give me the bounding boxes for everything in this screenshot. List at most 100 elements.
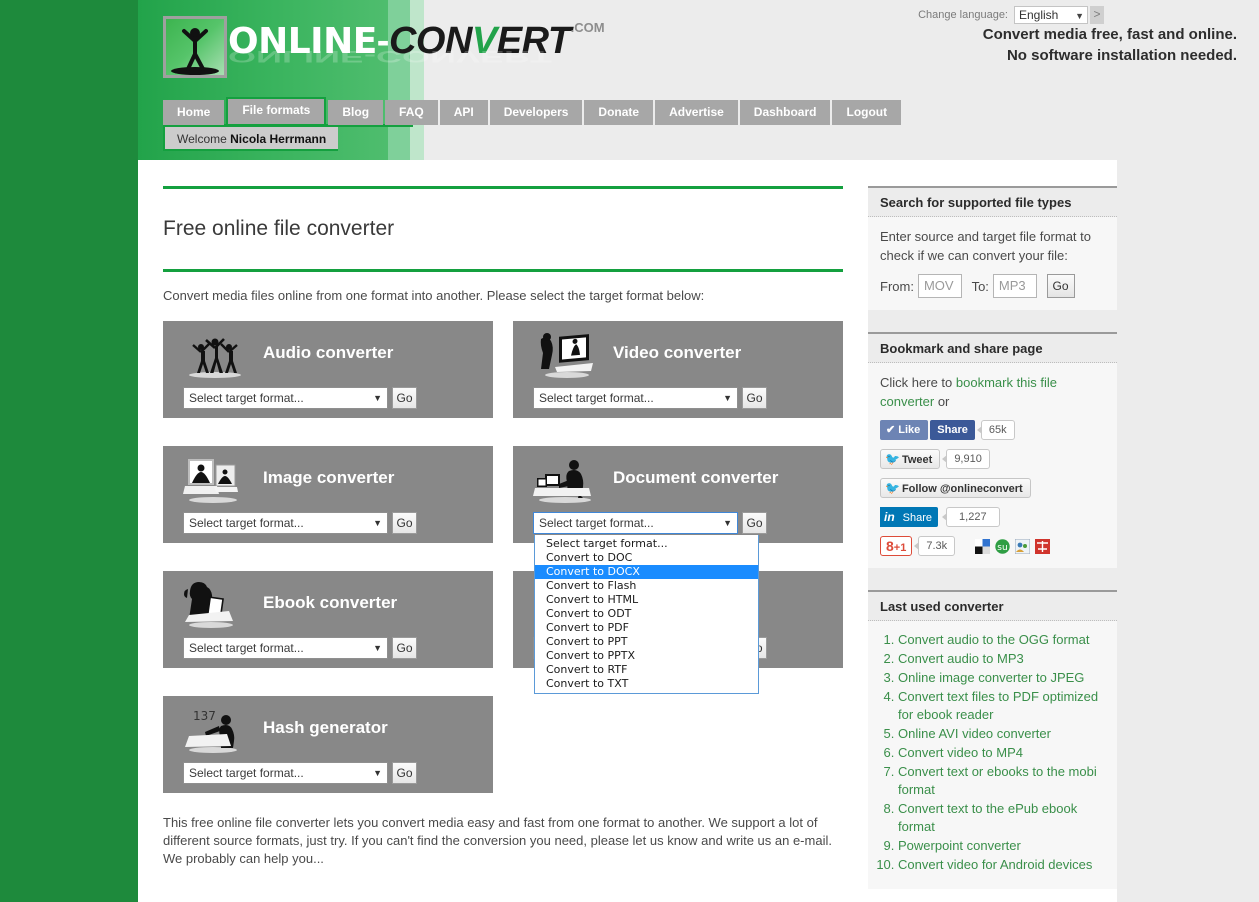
nav-item-dashboard[interactable]: Dashboard	[740, 100, 831, 125]
twitter-tweet-button[interactable]: 🐦Tweet	[880, 449, 940, 469]
facebook-share-button[interactable]: Share	[930, 420, 975, 440]
sidebar-spacer-1	[868, 310, 1117, 332]
format-search-form: From:MOV To:MP3 Go	[880, 274, 1105, 298]
hash-chalkboard-icon: 137	[183, 706, 247, 754]
lastused-list-item[interactable]: Convert text or ebooks to the mobi forma…	[898, 763, 1105, 799]
twitter-tweet-row: 🐦Tweet 9,910	[880, 449, 1105, 469]
main-navigation: HomeFile formatsBlogFAQ API DevelopersDona…	[163, 99, 903, 124]
nav-item-advertise[interactable]: Advertise	[655, 100, 738, 125]
lastused-link[interactable]: Online AVI video converter	[898, 726, 1051, 741]
delicious-icon[interactable]	[975, 539, 990, 554]
lastused-list-item[interactable]: Convert audio to MP3	[898, 650, 1105, 668]
go-button-video-converter[interactable]: Go	[742, 387, 767, 409]
nav-item-api[interactable]: API	[440, 100, 488, 125]
dropdown-option[interactable]: Convert to ODT	[535, 607, 758, 621]
dropdown-option[interactable]: Convert to PDF	[535, 621, 758, 635]
search-go-button[interactable]: Go	[1047, 274, 1075, 298]
lastused-link[interactable]: Convert text to the ePub ebook format	[898, 801, 1077, 834]
converter-controls: Select target format...▼Go	[533, 387, 767, 409]
target-format-select-hash-generator[interactable]: Select target format...▼	[183, 762, 388, 784]
nav-item-label: API	[454, 105, 474, 119]
googleplus-g-icon: 8	[886, 538, 894, 554]
lastused-list-item[interactable]: Convert text to the ePub ebook format	[898, 800, 1105, 836]
dropdown-option[interactable]: Convert to PPTX	[535, 649, 758, 663]
lastused-link[interactable]: Convert audio to MP3	[898, 651, 1024, 666]
converter-title: Video converter	[613, 343, 741, 363]
dropdown-option[interactable]: Convert to RTF	[535, 663, 758, 677]
stumbleupon-icon[interactable]: su	[995, 539, 1010, 554]
dropdown-option[interactable]: Select target format...	[535, 537, 758, 551]
logo-wordmark: ONLINE-CONVERT.COM	[228, 20, 605, 72]
from-format-input[interactable]: MOV	[918, 274, 962, 298]
googleplus-button[interactable]: 8+1	[880, 536, 912, 556]
lastused-list-item[interactable]: Convert video for Android devices	[898, 856, 1105, 874]
dropdown-option[interactable]: Convert to Flash	[535, 579, 758, 593]
tagline-line-1: Convert media free, fast and online.	[807, 24, 1237, 45]
twitter-follow-button[interactable]: 🐦Follow @onlineconvert	[880, 478, 1031, 498]
nav-item-developers[interactable]: Developers	[490, 100, 583, 125]
page-container: Free online file converter Convert media…	[138, 160, 1117, 902]
lastused-link[interactable]: Convert text or ebooks to the mobi forma…	[898, 764, 1097, 797]
search-widget: Search for supported file types Enter so…	[868, 186, 1117, 310]
linkedin-share-button[interactable]: inShare	[880, 507, 938, 527]
target-format-select-ebook-converter[interactable]: Select target format...▼	[183, 637, 388, 659]
video-camera-icon	[533, 331, 597, 379]
lastused-link[interactable]: Convert video to MP4	[898, 745, 1023, 760]
dropdown-option[interactable]: Convert to DOC	[535, 551, 758, 565]
dropdown-option[interactable]: Convert to PPT	[535, 635, 758, 649]
go-button-document-converter[interactable]: Go	[742, 512, 767, 534]
target-format-select-audio-converter[interactable]: Select target format...▼	[183, 387, 388, 409]
lastused-list-item[interactable]: Convert video to MP4	[898, 744, 1105, 762]
to-format-input[interactable]: MP3	[993, 274, 1037, 298]
lastused-link[interactable]: Convert audio to the OGG format	[898, 632, 1089, 647]
googleplus-row: 8+1 7.3k su	[880, 536, 1105, 556]
lastused-link[interactable]: Powerpoint converter	[898, 838, 1021, 853]
lastused-link[interactable]: Convert video for Android devices	[898, 857, 1092, 872]
lastused-list-item[interactable]: Convert text files to PDF optimized for …	[898, 688, 1105, 724]
converter-title: Document converter	[613, 468, 778, 488]
converter-box-video-converter: Video converter Select target format...▼G…	[513, 321, 843, 418]
go-button-hash-generator[interactable]: Go	[392, 762, 417, 784]
converter-box-image-converter: Image converterSelect target format...▼G…	[163, 446, 493, 543]
site-logo[interactable]	[163, 16, 227, 78]
audio-people-icon	[183, 331, 247, 379]
go-button-audio-converter[interactable]: Go	[392, 387, 417, 409]
lastused-link[interactable]: Online image converter to JPEG	[898, 670, 1084, 685]
sidebar-spacer-2	[868, 568, 1117, 590]
chinese-social-icon[interactable]	[1035, 539, 1050, 554]
nav-item-home[interactable]: Home	[163, 100, 224, 125]
welcome-prefix: Welcome	[177, 132, 230, 146]
go-button-ebook-converter[interactable]: Go	[392, 637, 417, 659]
target-format-select-image-converter[interactable]: Select target format...▼	[183, 512, 388, 534]
title-rule-top	[163, 186, 843, 189]
language-go-button[interactable]: >	[1090, 6, 1104, 24]
lastused-list-item[interactable]: Powerpoint converter	[898, 837, 1105, 855]
converter-controls: Select target format...▼Select target fo…	[533, 512, 767, 534]
dropdown-option[interactable]: Convert to HTML	[535, 593, 758, 607]
sidebar: Search for supported file types Enter so…	[868, 186, 1117, 889]
lastused-list-item[interactable]: Online image converter to JPEG	[898, 669, 1105, 687]
lastused-list-item[interactable]: Online AVI video converter	[898, 725, 1105, 743]
nav-item-logout[interactable]: Logout	[832, 100, 901, 125]
nav-item-label: Logout	[846, 105, 887, 119]
myspace-icon[interactable]	[1015, 539, 1030, 554]
dropdown-option[interactable]: Convert to DOCX	[535, 565, 758, 579]
logo-con-text: CON	[389, 20, 472, 62]
nav-item-faq[interactable]: FAQ	[385, 100, 438, 125]
nav-item-file-formats[interactable]: File formats	[226, 97, 326, 124]
converter-controls: Select target format...▼Go	[183, 762, 417, 784]
language-select[interactable]: English▼	[1014, 6, 1088, 24]
target-format-select-video-converter[interactable]: Select target format...▼	[533, 387, 738, 409]
nav-item-blog[interactable]: Blog	[328, 100, 383, 125]
target-format-selected-value: Select target format...	[189, 766, 304, 780]
nav-item-donate[interactable]: Donate	[584, 100, 653, 125]
dropdown-option[interactable]: Convert to TXT	[535, 677, 758, 691]
language-switcher[interactable]: Change language:English▼>	[918, 6, 1104, 24]
lastused-link[interactable]: Convert text files to PDF optimized for …	[898, 689, 1098, 722]
chevron-down-icon: ▼	[1075, 8, 1084, 24]
go-button-image-converter[interactable]: Go	[392, 512, 417, 534]
googleplus-count: 7.3k	[918, 536, 955, 556]
target-format-select-document-converter[interactable]: Select target format...▼Select target fo…	[533, 512, 738, 534]
lastused-list-item[interactable]: Convert audio to the OGG format	[898, 631, 1105, 649]
facebook-like-button[interactable]: ✔ Like	[880, 420, 928, 440]
